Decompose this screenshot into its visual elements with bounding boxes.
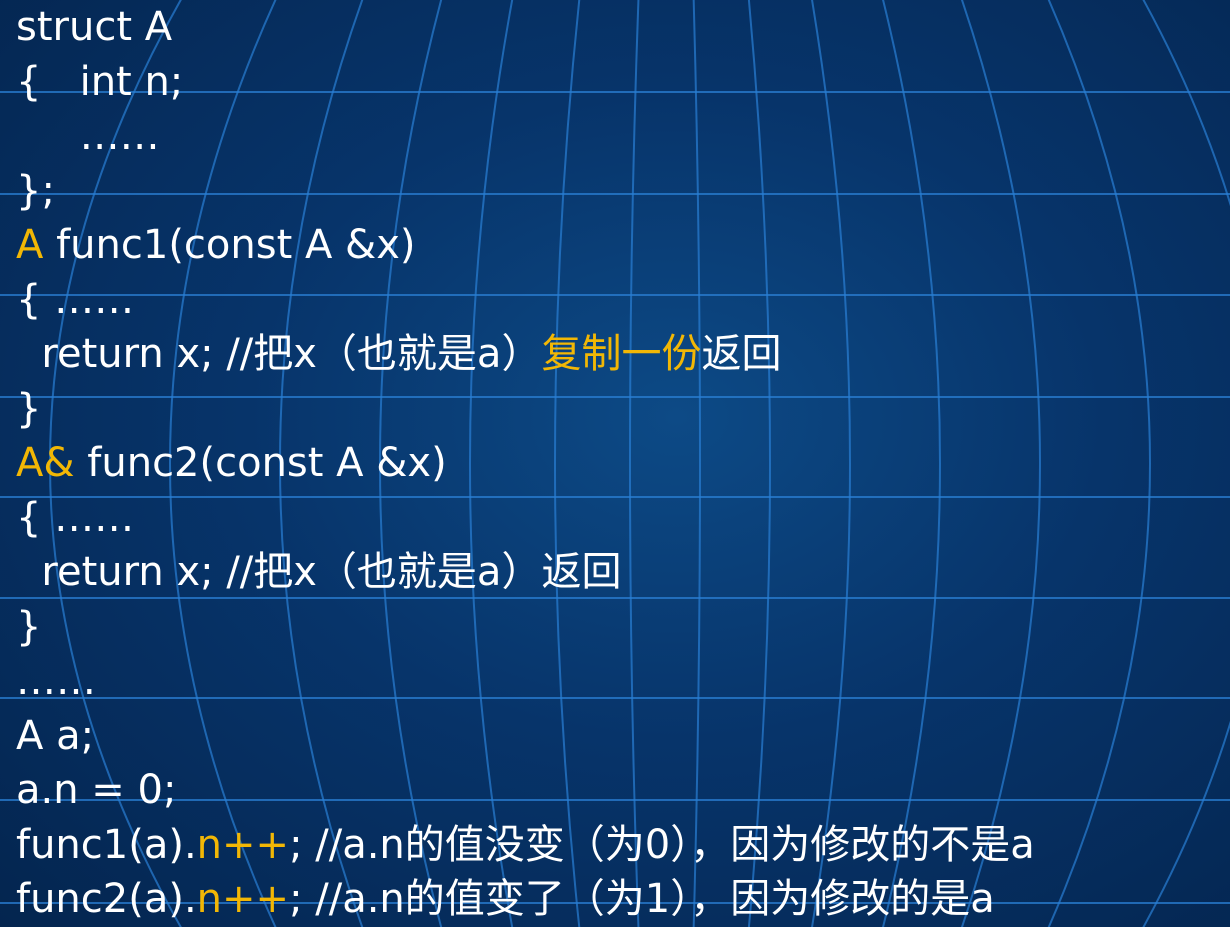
code-text: …… bbox=[16, 658, 96, 704]
code-text: ; //a.n的值变了（为1），因为修改的是a bbox=[289, 876, 995, 922]
code-line: …… bbox=[16, 109, 1230, 164]
code-text: func2(a). bbox=[16, 876, 197, 922]
code-line: return x; //把x（也就是a）复制一份返回 bbox=[16, 327, 1230, 382]
code-line: A func1(const A &x) bbox=[16, 218, 1230, 273]
code-line: { int n; bbox=[16, 55, 1230, 110]
code-line: } bbox=[16, 600, 1230, 655]
code-listing: struct A{ int n; ……}; A func1(const A &x)… bbox=[16, 0, 1230, 927]
code-line: func1(a).n++; //a.n的值没变（为0），因为修改的不是a bbox=[16, 818, 1230, 873]
code-text: A a; bbox=[16, 712, 95, 759]
code-text: { int n; bbox=[16, 58, 184, 105]
code-text: ; //a.n的值没变（为0），因为修改的不是a bbox=[289, 821, 1035, 868]
code-highlight: A bbox=[16, 222, 44, 268]
code-line: return x; //把x（也就是a）返回 bbox=[16, 545, 1230, 600]
code-text: } bbox=[16, 385, 42, 432]
code-line: …… bbox=[16, 654, 1230, 709]
code-text: { …… bbox=[16, 276, 135, 323]
code-text: func1(const A &x) bbox=[43, 222, 416, 268]
code-line: { …… bbox=[16, 491, 1230, 546]
code-highlight: 复制一份 bbox=[541, 331, 702, 377]
code-line: A a; bbox=[16, 709, 1230, 764]
code-text: } bbox=[16, 603, 42, 650]
code-highlight: n++ bbox=[196, 876, 290, 922]
code-line: func2(a).n++; //a.n的值变了（为1），因为修改的是a bbox=[16, 872, 1230, 927]
code-text: return x; //把x（也就是a） bbox=[16, 331, 542, 377]
code-line: } bbox=[16, 382, 1230, 437]
code-text: return x; //把x（也就是a）返回 bbox=[16, 549, 622, 595]
code-line: A& func2(const A &x) bbox=[16, 436, 1230, 491]
code-highlight: n++ bbox=[196, 821, 290, 868]
code-text: func2(const A &x) bbox=[74, 440, 447, 486]
code-highlight: A& bbox=[16, 440, 75, 486]
code-line: }; bbox=[16, 164, 1230, 219]
slide: struct A{ int n; ……}; A func1(const A &x)… bbox=[0, 0, 1230, 927]
code-text: func1(a). bbox=[16, 821, 197, 868]
code-line: { …… bbox=[16, 273, 1230, 328]
code-text: …… bbox=[16, 113, 160, 159]
code-text: 返回 bbox=[701, 331, 782, 377]
code-text: { …… bbox=[16, 494, 135, 541]
code-line: struct A bbox=[16, 0, 1230, 55]
code-text: }; bbox=[16, 167, 55, 214]
code-line: a.n = 0; bbox=[16, 763, 1230, 818]
code-text: struct A bbox=[16, 4, 173, 50]
code-text: a.n = 0; bbox=[16, 767, 177, 813]
